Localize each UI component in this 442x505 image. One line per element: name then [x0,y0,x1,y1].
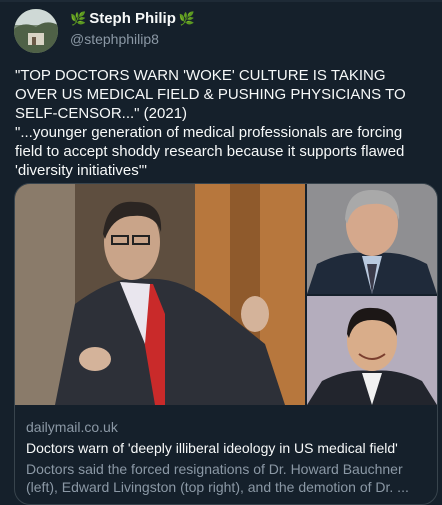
avatar[interactable] [14,9,58,53]
leaf-emoji-right: 🌿 [178,10,196,26]
photo-speaker [15,184,305,405]
photo-man-top-right [307,184,437,294]
link-card-description: Doctors said the forced resignations of … [26,461,409,495]
link-card-title[interactable]: Doctors warn of 'deeply illiberal ideolo… [26,440,426,456]
link-card[interactable]: dailymail.co.uk Doctors warn of 'deeply … [14,183,438,505]
link-card-domain: dailymail.co.uk [26,419,118,435]
photo-man-bottom-right [307,296,437,405]
top-divider [0,0,442,2]
leaf-emoji-left: 🌿 [70,10,87,26]
author-handle[interactable]: @stephphilip8 [70,31,159,47]
author-name-row[interactable]: 🌿 Steph Philip 🌿 [70,10,195,27]
author-display-name[interactable]: Steph Philip [89,10,176,27]
tweet-text: "TOP DOCTORS WARN 'WOKE' CULTURE IS TAKI… [15,67,406,179]
link-card-media[interactable] [15,184,437,405]
